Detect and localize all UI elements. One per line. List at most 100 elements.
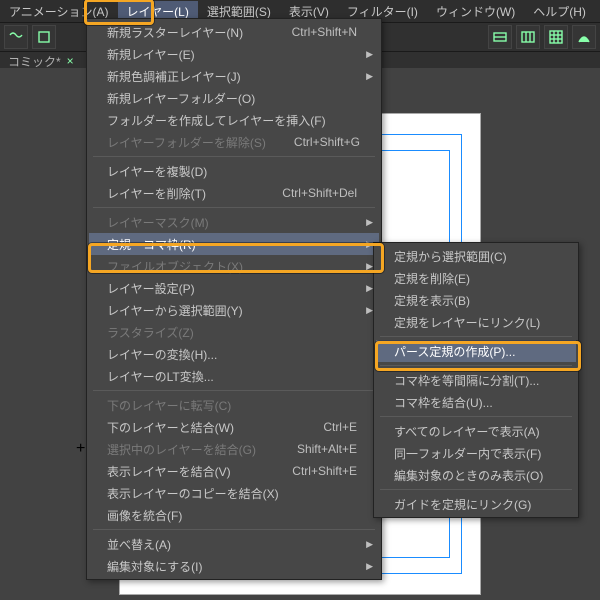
menu-item[interactable]: ガイドを定規にリンク(G) (376, 493, 576, 515)
menu-separator (93, 156, 375, 157)
close-icon[interactable]: × (67, 54, 74, 68)
menu-item-label: レイヤーのLT変換... (107, 368, 357, 385)
menu-item-shortcut: Ctrl+Shift+G (294, 135, 360, 149)
chevron-right-icon: ▶ (366, 539, 373, 550)
chevron-right-icon: ▶ (366, 283, 373, 294)
menu-item-label: 定規・コマ枠(R) (107, 236, 357, 253)
menu-item-label: ファイルオブジェクト(X) (107, 258, 357, 275)
menu-separator (380, 365, 572, 366)
menu-item-label: 編集対象にする(I) (107, 558, 357, 575)
menu-item[interactable]: 編集対象のときのみ表示(O) (376, 464, 576, 486)
menu-item[interactable]: 定規をレイヤーにリンク(L) (376, 311, 576, 333)
menu-item[interactable]: 新規レイヤー(E) ▶ (89, 43, 379, 65)
menu-item-label: レイヤーから選択範囲(Y) (107, 302, 357, 319)
menubar-item[interactable]: ヘルプ(H) (524, 1, 595, 22)
menu-item-label: ガイドを定規にリンク(G) (394, 496, 554, 513)
chevron-right-icon: ▶ (366, 305, 373, 316)
menu-item-label: 新規色調補正レイヤー(J) (107, 68, 357, 85)
menu-item-label: パース定規の作成(P)... (394, 343, 554, 360)
menu-item-label: すべてのレイヤーで表示(A) (394, 423, 554, 440)
menu-item-label: 同一フォルダー内で表示(F) (394, 445, 554, 462)
menu-item: 選択中のレイヤーを結合(G) Shift+Alt+E (89, 438, 379, 460)
menu-item-label: 新規ラスターレイヤー(N) (107, 24, 264, 41)
toolbar-button[interactable] (488, 25, 512, 49)
menu-item[interactable]: 新規色調補正レイヤー(J) ▶ (89, 65, 379, 87)
menu-item-label: 新規レイヤーフォルダー(O) (107, 90, 357, 107)
toolbar-button[interactable] (32, 25, 56, 49)
menu-item[interactable]: パース定規の作成(P)... (376, 340, 576, 362)
menu-item-shortcut: Ctrl+Shift+N (292, 25, 357, 39)
chevron-right-icon: ▶ (366, 71, 373, 82)
menu-item[interactable]: レイヤーのLT変換... (89, 365, 379, 387)
menu-item[interactable]: 下のレイヤーと結合(W) Ctrl+E (89, 416, 379, 438)
menu-item-label: 新規レイヤー(E) (107, 46, 357, 63)
menu-separator (93, 207, 375, 208)
tab-document[interactable]: コミック* (8, 53, 61, 70)
menu-item-label: フォルダーを作成してレイヤーを挿入(F) (107, 112, 357, 129)
menu-item[interactable]: 定規を表示(B) (376, 289, 576, 311)
menu-item-label: 表示レイヤーを結合(V) (107, 463, 264, 480)
menu-item-label: 定規を削除(E) (394, 270, 554, 287)
chevron-right-icon: ▶ (366, 261, 373, 272)
menu-item-label: レイヤーフォルダーを解除(S) (107, 134, 266, 151)
menu-item[interactable]: 新規レイヤーフォルダー(O) (89, 87, 379, 109)
menu-item[interactable]: 画像を統合(F) (89, 504, 379, 526)
menu-item-shortcut: Shift+Alt+E (297, 442, 357, 456)
menu-item[interactable]: レイヤーから選択範囲(Y) ▶ (89, 299, 379, 321)
menu-item-label: 定規をレイヤーにリンク(L) (394, 314, 554, 331)
toolbar-button[interactable] (572, 25, 596, 49)
chevron-right-icon: ▶ (366, 217, 373, 228)
menu-separator (380, 489, 572, 490)
chevron-right-icon: ▶ (366, 561, 373, 572)
menu-item-label: レイヤーを削除(T) (107, 185, 254, 202)
chevron-right-icon: ▶ (366, 239, 373, 250)
menu-item[interactable]: 並べ替え(A)▶ (89, 533, 379, 555)
menu-item[interactable]: 同一フォルダー内で表示(F) (376, 442, 576, 464)
chevron-right-icon: ▶ (366, 49, 373, 60)
menu-item[interactable]: 定規から選択範囲(C) (376, 245, 576, 267)
menu-item[interactable]: フォルダーを作成してレイヤーを挿入(F) (89, 109, 379, 131)
menu-item[interactable]: レイヤーの変換(H)... (89, 343, 379, 365)
menu-item[interactable]: 表示レイヤーを結合(V) Ctrl+Shift+E (89, 460, 379, 482)
menu-item-label: レイヤーマスク(M) (107, 214, 357, 231)
menu-item[interactable]: レイヤー設定(P) ▶ (89, 277, 379, 299)
menu-item[interactable]: 定規を削除(E) (376, 267, 576, 289)
menu-item-label: 下のレイヤーと結合(W) (107, 419, 295, 436)
menu-item[interactable]: コマ枠を結合(U)... (376, 391, 576, 413)
menu-item[interactable]: 新規ラスターレイヤー(N) Ctrl+Shift+N (89, 21, 379, 43)
menu-item[interactable]: 編集対象にする(I) ▶ (89, 555, 379, 577)
menu-item-shortcut: Ctrl+Shift+E (292, 464, 357, 478)
menu-item: レイヤーフォルダーを解除(S) Ctrl+Shift+G (89, 131, 379, 153)
menu-item-label: 定規を表示(B) (394, 292, 554, 309)
menu-item[interactable]: すべてのレイヤーで表示(A) (376, 420, 576, 442)
menu-item[interactable]: 定規・コマ枠(R) ▶ (89, 233, 379, 255)
menu-item-label: ラスタライズ(Z) (107, 324, 357, 341)
menu-item-shortcut: Ctrl+Shift+Del (282, 186, 357, 200)
menu-item-label: 定規から選択範囲(C) (394, 248, 554, 265)
menu-item[interactable]: コマ枠を等間隔に分割(T)... (376, 369, 576, 391)
menu-item-label: 選択中のレイヤーを結合(G) (107, 441, 269, 458)
layer-menu: 新規ラスターレイヤー(N)Ctrl+Shift+N新規レイヤー(E)▶新規色調補… (86, 18, 382, 580)
menu-separator (93, 529, 375, 530)
menu-item-label: レイヤー設定(P) (107, 280, 357, 297)
menu-separator (380, 416, 572, 417)
ruler-frame-submenu: 定規から選択範囲(C) 定規を削除(E) 定規を表示(B) 定規をレイヤーにリンク(L… (373, 242, 579, 518)
menu-item-shortcut: Ctrl+E (323, 420, 357, 434)
menu-item[interactable]: レイヤーを削除(T) Ctrl+Shift+Del (89, 182, 379, 204)
menu-item: レイヤーマスク(M) ▶ (89, 211, 379, 233)
menu-item-label: 画像を統合(F) (107, 507, 357, 524)
menu-item-label: 下のレイヤーに転写(C) (107, 397, 357, 414)
toolbar-button[interactable] (544, 25, 568, 49)
menu-item-label: 編集対象のときのみ表示(O) (394, 467, 554, 484)
menu-item: 下のレイヤーに転写(C) (89, 394, 379, 416)
menu-separator (380, 336, 572, 337)
menu-item-label: コマ枠を結合(U)... (394, 394, 554, 411)
toolbar-button[interactable] (4, 25, 28, 49)
menubar-item[interactable]: ウィンドウ(W) (427, 1, 524, 22)
menu-item[interactable]: レイヤーを複製(D) (89, 160, 379, 182)
menu-item: ファイルオブジェクト(X) ▶ (89, 255, 379, 277)
menu-item[interactable]: 表示レイヤーのコピーを結合(X) (89, 482, 379, 504)
toolbar-button[interactable] (516, 25, 540, 49)
menu-item-label: レイヤーを複製(D) (107, 163, 357, 180)
menu-item-label: 表示レイヤーのコピーを結合(X) (107, 485, 357, 502)
